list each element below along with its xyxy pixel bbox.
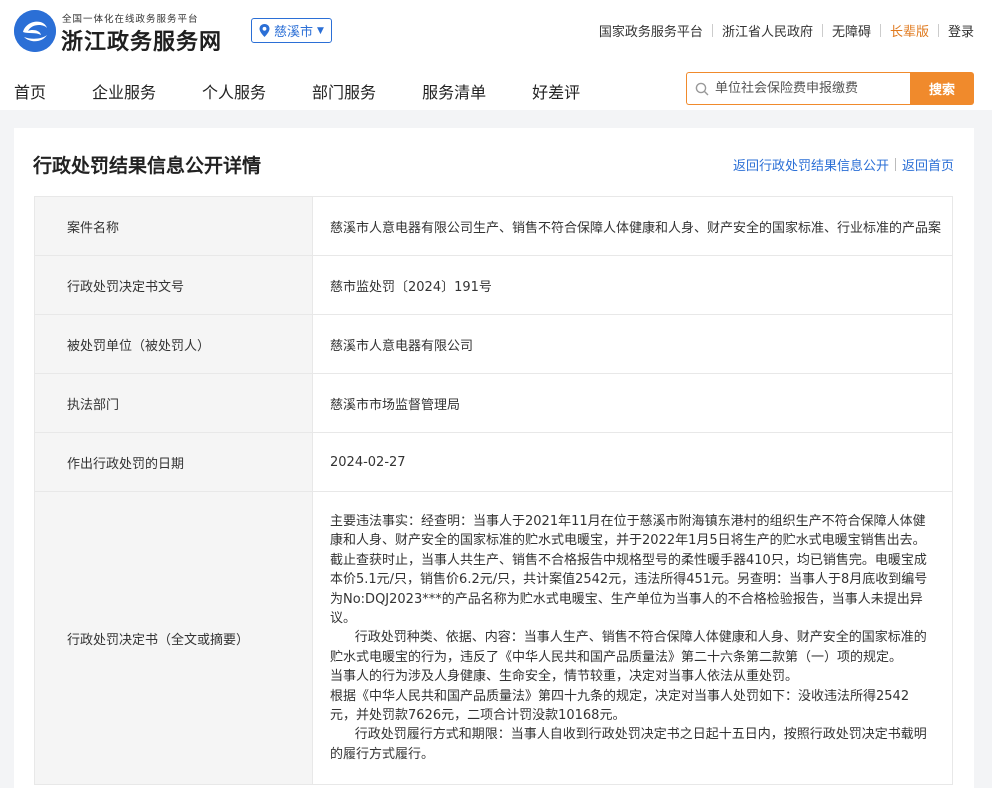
top-links: 国家政务服务平台 浙江省人民政府 无障碍 长辈版 登录	[599, 21, 974, 40]
chevron-down-icon: ▼	[317, 25, 324, 36]
enforcement-dept-value: 慈溪市市场监督管理局	[312, 373, 953, 433]
decision-number-value: 慈市监处罚〔2024〕191号	[312, 255, 953, 315]
field-label: 执法部门	[34, 373, 313, 433]
field-label: 作出行政处罚的日期	[34, 432, 313, 492]
city-name: 慈溪市	[274, 25, 314, 40]
search-button[interactable]: 搜索	[910, 72, 974, 105]
page-title: 行政处罚结果信息公开详情	[33, 155, 262, 177]
nav-item-personal-services[interactable]: 个人服务	[202, 79, 266, 103]
link-accessibility[interactable]: 无障碍	[832, 21, 871, 40]
search-box	[686, 72, 910, 105]
detail-panel: 行政处罚结果信息公开详情 返回行政处罚结果信息公开 返回首页 案件名称 慈溪市人…	[14, 128, 974, 788]
link-elder-version[interactable]: 长辈版	[890, 21, 929, 40]
link-login[interactable]: 登录	[948, 21, 974, 40]
back-to-list-link[interactable]: 返回行政处罚结果信息公开	[733, 155, 889, 174]
nav-item-service-list[interactable]: 服务清单	[422, 79, 486, 103]
decision-paragraph: 行政处罚履行方式和期限：当事人自收到行政处罚决定书之日起十五日内，按照行政处罚决…	[330, 727, 927, 762]
nav-item-rating[interactable]: 好差评	[532, 79, 580, 103]
main-nav-bar: 首页 企业服务 个人服务 部门服务 服务清单 好差评 搜索	[0, 62, 992, 110]
divider	[937, 24, 939, 37]
location-pin-icon	[259, 24, 270, 37]
divider	[821, 24, 823, 37]
brand-title[interactable]: 浙江政务服务网	[61, 24, 222, 56]
nav-item-business-services[interactable]: 企业服务	[92, 79, 156, 103]
city-selector[interactable]: 慈溪市 ▼	[251, 18, 332, 43]
table-row: 行政处罚决定书文号 慈市监处罚〔2024〕191号	[34, 255, 953, 315]
search-bar: 搜索	[686, 72, 974, 105]
nav-item-department-services[interactable]: 部门服务	[312, 79, 376, 103]
divider	[711, 24, 713, 37]
back-links: 返回行政处罚结果信息公开 返回首页	[733, 155, 954, 174]
decision-text-value: 主要违法事实：经查明：当事人于2021年11月在位于慈溪市附海镇东港村的组织生产…	[312, 490, 989, 786]
table-row: 行政处罚决定书（全文或摘要） 主要违法事实：经查明：当事人于2021年11月在位…	[34, 490, 989, 786]
link-national-platform[interactable]: 国家政务服务平台	[599, 21, 703, 40]
search-input[interactable]	[715, 81, 905, 96]
table-row: 案件名称 慈溪市人意电器有限公司生产、销售不符合保障人体健康和人身、财产安全的国…	[34, 196, 953, 256]
case-name-value: 慈溪市人意电器有限公司生产、销售不符合保障人体健康和人身、财产安全的国家标准、行…	[312, 196, 953, 256]
brand-subtitle: 全国一体化在线政务服务平台	[62, 14, 199, 25]
field-label: 行政处罚决定书文号	[34, 255, 313, 315]
detail-table: 案件名称 慈溪市人意电器有限公司生产、销售不符合保障人体健康和人身、财产安全的国…	[34, 196, 989, 786]
brand-bar: 全国一体化在线政务服务平台 浙江政务服务网 慈溪市 ▼ 国家政务服务平台 浙江省…	[0, 0, 992, 62]
field-label: 被处罚单位（被处罚人）	[34, 314, 313, 374]
link-zhejiang-government[interactable]: 浙江省人民政府	[722, 21, 813, 40]
table-row: 被处罚单位（被处罚人） 慈溪市人意电器有限公司	[34, 314, 953, 374]
decision-paragraph: 行政处罚种类、依据、内容：当事人生产、销售不符合保障人体健康和人身、财产安全的国…	[330, 630, 989, 724]
field-label: 行政处罚决定书（全文或摘要）	[34, 490, 313, 786]
decision-paragraph: 主要违法事实：经查明：当事人于2021年11月在位于慈溪市附海镇东港村的组织生产…	[330, 514, 928, 627]
penalty-date-value: 2024-02-27	[312, 432, 953, 492]
table-row: 执法部门 慈溪市市场监督管理局	[34, 373, 953, 433]
main-nav: 首页 企业服务 个人服务 部门服务 服务清单 好差评	[14, 79, 626, 103]
nav-item-home[interactable]: 首页	[14, 79, 46, 103]
divider	[879, 24, 881, 37]
back-to-home-link[interactable]: 返回首页	[902, 155, 954, 174]
penalized-party-value: 慈溪市人意电器有限公司	[312, 314, 953, 374]
search-icon	[695, 82, 709, 95]
table-row: 作出行政处罚的日期 2024-02-27	[34, 432, 953, 492]
divider	[894, 158, 896, 171]
field-label: 案件名称	[34, 196, 313, 256]
site-header: 全国一体化在线政务服务平台 浙江政务服务网 慈溪市 ▼ 国家政务服务平台 浙江省…	[0, 0, 992, 110]
site-logo-icon[interactable]	[14, 10, 56, 52]
